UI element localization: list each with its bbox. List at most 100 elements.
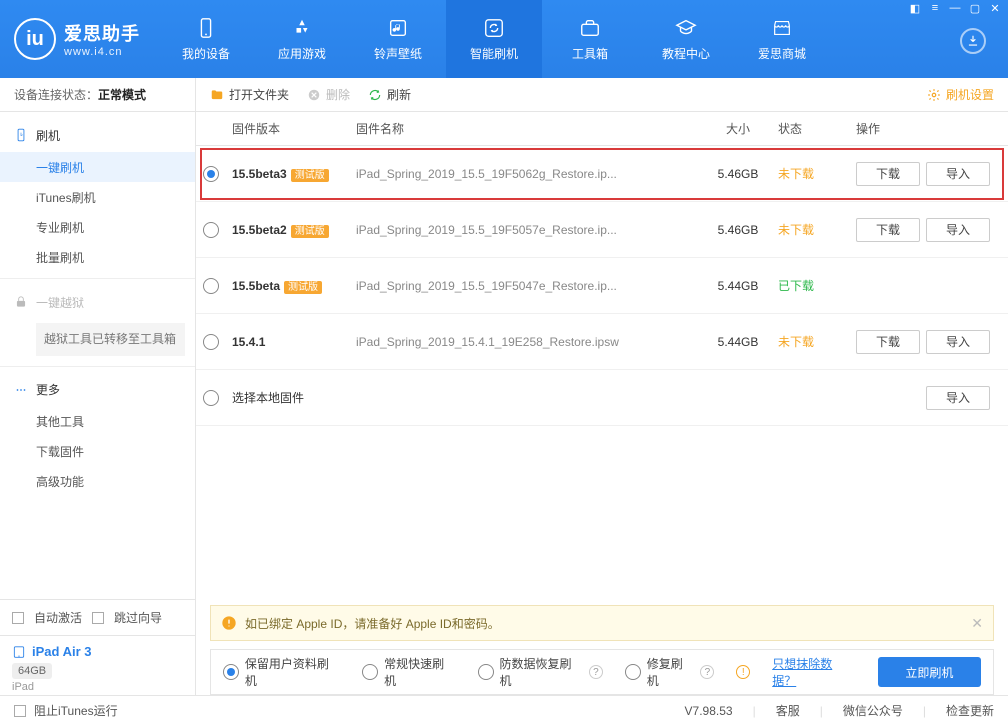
table-row[interactable]: 15.4.1iPad_Spring_2019_15.4.1_19E258_Res… — [196, 314, 1008, 370]
close-icon[interactable]: ✕ — [988, 2, 1002, 15]
beta-tag: 测试版 — [284, 281, 322, 294]
mode-anti-recovery[interactable]: 防数据恢复刷机 ? — [478, 655, 603, 689]
nav-apps[interactable]: 应用游戏 — [254, 0, 350, 78]
radio-row[interactable] — [203, 334, 219, 350]
block-itunes-checkbox[interactable] — [14, 705, 26, 717]
maximize-icon[interactable]: ▢ — [968, 2, 982, 15]
sidebar-item-download-fw[interactable]: 下载固件 — [0, 437, 195, 467]
nav-media[interactable]: 铃声壁纸 — [350, 0, 446, 78]
wechat-link[interactable]: 微信公众号 — [843, 702, 903, 719]
table-row[interactable]: 15.5beta2测试版iPad_Spring_2019_15.5_19F505… — [196, 202, 1008, 258]
music-icon — [387, 17, 409, 39]
auto-activate-checkbox[interactable] — [12, 612, 24, 624]
flash-now-button[interactable]: 立即刷机 — [878, 657, 981, 687]
lock-icon — [14, 295, 28, 309]
sidebar-item-batch[interactable]: 批量刷机 — [0, 242, 195, 272]
banner-close-icon[interactable]: ✕ — [971, 615, 983, 632]
warning-icon — [221, 615, 237, 631]
theme-icon[interactable]: ◧ — [908, 2, 922, 15]
sidebar-item-oneclick[interactable]: 一键刷机 — [0, 152, 195, 182]
mode-normal[interactable]: 常规快速刷机 — [362, 655, 455, 689]
download-button[interactable]: 下载 — [856, 218, 920, 242]
mode-repair[interactable]: 修复刷机 ? — [625, 655, 714, 689]
table-header: 固件版本 固件名称 大小 状态 操作 — [196, 112, 1008, 146]
header: iu 爱思助手 www.i4.cn 我的设备 应用游戏 铃声壁纸 智能刷机 工具… — [0, 0, 1008, 78]
import-button[interactable]: 导入 — [926, 330, 990, 354]
local-firmware-row[interactable]: 选择本地固件 导入 — [196, 370, 1008, 426]
device-card[interactable]: iPad Air 3 64GB iPad — [0, 635, 195, 695]
device-capacity: 64GB — [12, 663, 52, 679]
firmware-name: iPad_Spring_2019_15.5_19F5062g_Restore.i… — [356, 167, 698, 181]
flash-icon — [14, 128, 28, 142]
statusbar: 阻止iTunes运行 V7.98.53 | 客服 | 微信公众号 | 检查更新 — [0, 695, 1008, 725]
logo-badge: iu — [14, 18, 56, 60]
phone-icon — [195, 17, 217, 39]
nav-toolbox[interactable]: 工具箱 — [542, 0, 638, 78]
appleid-banner: 如已绑定 Apple ID，请准备好 Apple ID和密码。 ✕ — [210, 605, 994, 641]
refresh-icon — [483, 17, 505, 39]
app-icon — [291, 17, 313, 39]
import-local-button[interactable]: 导入 — [926, 386, 990, 410]
radio-mode2[interactable] — [362, 664, 378, 680]
sidebar: 设备连接状态：正常模式 刷机 一键刷机 iTunes刷机 专业刷机 批量刷机 一… — [0, 78, 196, 695]
flash-settings-button[interactable]: 刷机设置 — [927, 86, 994, 103]
firmware-version: 15.5beta3 — [232, 167, 287, 181]
import-button[interactable]: 导入 — [926, 162, 990, 186]
help-icon[interactable]: ? — [700, 665, 714, 679]
nav-tutorials[interactable]: 教程中心 — [638, 0, 734, 78]
menu-icon[interactable]: ≡ — [928, 2, 942, 15]
open-folder-button[interactable]: 打开文件夹 — [210, 86, 289, 103]
radio-mode4[interactable] — [625, 664, 641, 680]
gear-icon — [927, 88, 941, 102]
radio-row[interactable] — [203, 222, 219, 238]
firmware-size: 5.46GB — [698, 223, 778, 237]
version-label: V7.98.53 — [685, 704, 733, 718]
tablet-icon — [12, 645, 26, 659]
connection-status: 设备连接状态：正常模式 — [0, 78, 195, 112]
firmware-size: 5.46GB — [698, 167, 778, 181]
skip-guide-checkbox[interactable] — [92, 612, 104, 624]
radio-local[interactable] — [203, 390, 219, 406]
sidebar-item-advanced[interactable]: 高级功能 — [0, 467, 195, 497]
sidebar-item-other[interactable]: 其他工具 — [0, 407, 195, 437]
firmware-name: iPad_Spring_2019_15.5_19F5047e_Restore.i… — [356, 279, 698, 293]
delete-icon — [307, 88, 321, 102]
radio-mode3[interactable] — [478, 664, 494, 680]
sidebar-head-flash[interactable]: 刷机 — [0, 118, 195, 152]
firmware-version: 15.5beta2 — [232, 223, 287, 237]
info-icon[interactable]: ! — [736, 665, 750, 679]
nav-store[interactable]: 爱思商城 — [734, 0, 830, 78]
radio-row[interactable] — [203, 166, 219, 182]
more-icon — [14, 383, 28, 397]
sidebar-item-itunes[interactable]: iTunes刷机 — [0, 182, 195, 212]
logo[interactable]: iu 爱思助手 www.i4.cn — [0, 18, 158, 60]
erase-link[interactable]: 只想抹除数据？ — [772, 655, 855, 689]
sidebar-item-pro[interactable]: 专业刷机 — [0, 212, 195, 242]
support-link[interactable]: 客服 — [776, 702, 800, 719]
help-icon[interactable]: ? — [589, 665, 603, 679]
firmware-size: 5.44GB — [698, 335, 778, 349]
mode-keep-data[interactable]: 保留用户资料刷机 — [223, 655, 340, 689]
firmware-table: 15.5beta3 测试版 iPad_Spring_2019_15.5_19F506… — [196, 146, 1008, 370]
firmware-status: 已下载 — [778, 277, 848, 294]
download-button[interactable]: 下载 — [856, 330, 920, 354]
folder-icon — [210, 88, 224, 102]
download-manager-icon[interactable] — [960, 28, 986, 54]
nav-flash[interactable]: 智能刷机 — [446, 0, 542, 78]
nav-my-device[interactable]: 我的设备 — [158, 0, 254, 78]
radio-mode1[interactable] — [223, 664, 239, 680]
beta-tag: 测试版 — [291, 169, 329, 182]
table-row[interactable]: 15.5beta3 测试版 iPad_Spring_2019_15.5_19F506… — [196, 146, 1008, 202]
download-button[interactable]: 下载 — [856, 162, 920, 186]
sidebar-head-jailbreak: 一键越狱 — [0, 285, 195, 319]
jailbreak-note: 越狱工具已转移至工具箱 — [36, 323, 185, 356]
sidebar-head-more[interactable]: 更多 — [0, 373, 195, 407]
refresh-button[interactable]: 刷新 — [368, 86, 411, 103]
radio-row[interactable] — [203, 278, 219, 294]
table-row[interactable]: 15.5beta测试版iPad_Spring_2019_15.5_19F5047… — [196, 258, 1008, 314]
minimize-icon[interactable]: — — [948, 2, 962, 15]
store-icon — [771, 17, 793, 39]
import-button[interactable]: 导入 — [926, 218, 990, 242]
update-link[interactable]: 检查更新 — [946, 702, 994, 719]
refresh-small-icon — [368, 88, 382, 102]
